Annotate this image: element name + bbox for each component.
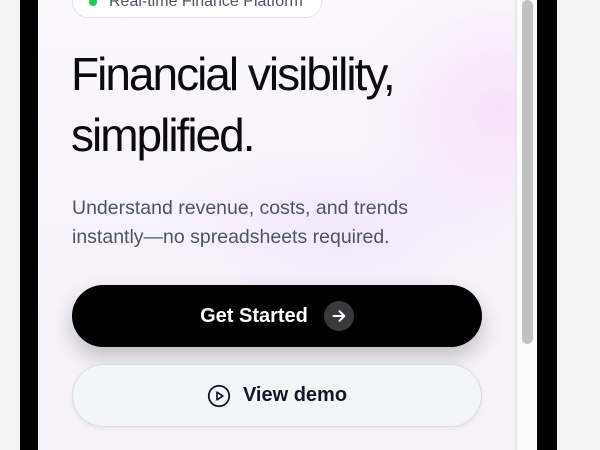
subtitle-line-2: instantly—no spreadsheets required. bbox=[72, 226, 390, 248]
badge-label: Real-time Finance Platform bbox=[109, 0, 303, 10]
hero-subtitle: Understand revenue, costs, and trends in… bbox=[72, 194, 472, 252]
platform-badge: Real-time Finance Platform bbox=[72, 0, 322, 18]
view-demo-button[interactable]: View demo bbox=[72, 364, 482, 427]
status-dot-icon bbox=[89, 0, 97, 6]
scrollbar-thumb[interactable] bbox=[522, 0, 533, 344]
play-circle-icon bbox=[207, 384, 231, 408]
get-started-button[interactable]: Get Started bbox=[72, 285, 482, 347]
headline-line-1: Financial visibility, bbox=[71, 48, 396, 100]
view-demo-label: View demo bbox=[242, 384, 348, 406]
content-edge-divider bbox=[515, 0, 517, 450]
app-screen: Real-time Finance Platform Financial vis… bbox=[38, 0, 517, 450]
headline-line-2: simplified. bbox=[71, 109, 256, 161]
get-started-label: Get Started bbox=[200, 304, 308, 327]
arrow-right-icon bbox=[323, 301, 354, 331]
subtitle-line-1: Understand revenue, costs, and trends bbox=[72, 197, 409, 219]
hero-headline: Financial visibility, simplified. bbox=[71, 44, 491, 166]
